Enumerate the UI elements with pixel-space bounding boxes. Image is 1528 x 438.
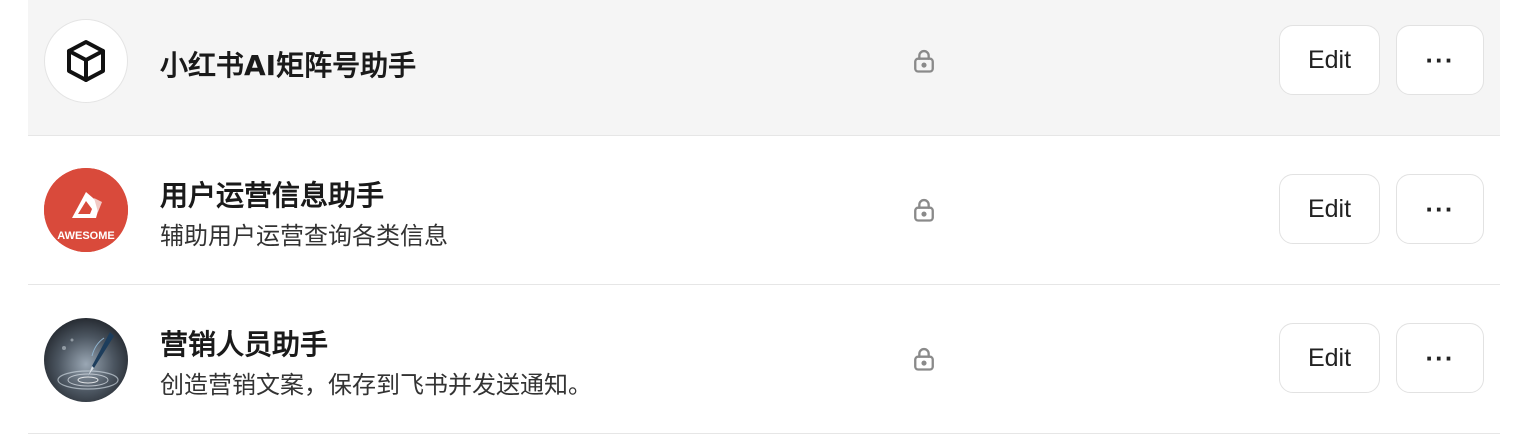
- edit-button[interactable]: Edit: [1279, 174, 1380, 244]
- more-options-button[interactable]: ···: [1396, 323, 1484, 393]
- list-item[interactable]: AWESOME 用户运营信息助手 辅助用户运营查询各类信息 Edit ···: [28, 136, 1500, 285]
- list-item[interactable]: 小红书AI矩阵号助手 Edit ···: [28, 0, 1500, 136]
- avatar: [44, 318, 128, 402]
- lock-icon: [914, 198, 934, 222]
- agent-title: 小红书AI矩阵号助手: [160, 49, 417, 82]
- more-options-button[interactable]: ···: [1396, 174, 1484, 244]
- agent-description: 创造营销文案，保存到飞书并发送通知。: [160, 371, 592, 399]
- avatar: AWESOME: [44, 168, 128, 252]
- agent-title: 用户运营信息助手: [160, 179, 385, 212]
- awesome-logo-icon: AWESOME: [44, 168, 128, 252]
- agent-description: 辅助用户运营查询各类信息: [160, 222, 448, 250]
- avatar: [44, 19, 128, 103]
- cube-icon: [67, 40, 105, 82]
- list-item[interactable]: 营销人员助手 创造营销文案，保存到飞书并发送通知。 Edit ···: [28, 285, 1500, 434]
- lock-icon: [914, 347, 934, 371]
- agent-list: 小红书AI矩阵号助手 Edit ··· AWESOME 用户运营信息助手 辅助用…: [28, 0, 1500, 434]
- more-options-button[interactable]: ···: [1396, 25, 1484, 95]
- edit-button[interactable]: Edit: [1279, 323, 1380, 393]
- agent-title: 营销人员助手: [160, 328, 329, 361]
- lock-icon: [914, 49, 934, 73]
- avatar-text: AWESOME: [57, 230, 114, 242]
- edit-button[interactable]: Edit: [1279, 25, 1380, 95]
- fountain-pen-image-icon: [44, 318, 128, 402]
